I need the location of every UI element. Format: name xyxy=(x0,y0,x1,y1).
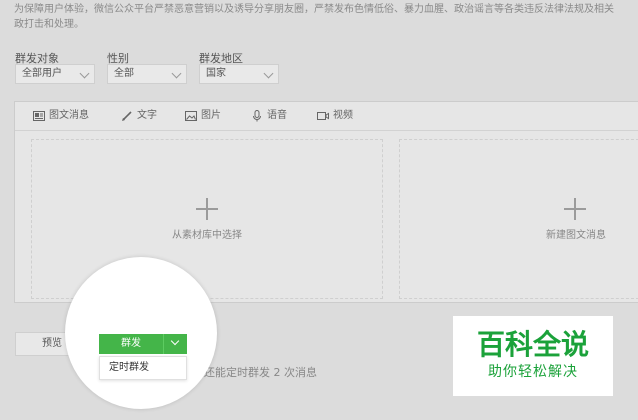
send-button-group: 群发 xyxy=(99,334,187,354)
plus-icon xyxy=(564,198,586,220)
tab-image-label: 图片 xyxy=(201,110,221,121)
tab-text[interactable]: 文字 xyxy=(121,109,157,123)
region-select[interactable]: 国家 xyxy=(199,64,279,84)
schedule-send-option[interactable]: 定时群发 xyxy=(100,357,186,379)
chevron-down-icon xyxy=(171,68,182,79)
gender-select-value: 全部 xyxy=(114,68,134,79)
watermark-title: 百科全说 xyxy=(476,328,589,361)
target-select-value: 全部用户 xyxy=(22,68,62,79)
microphone-icon xyxy=(251,110,263,122)
select-from-library-card[interactable]: 从素材库中选择 xyxy=(31,139,383,299)
new-article-card[interactable]: 新建图文消息 xyxy=(399,139,638,299)
message-type-tabs: 图文消息 文字 图片 语音 视频 xyxy=(15,102,638,131)
send-button[interactable]: 群发 xyxy=(99,334,163,354)
tab-voice[interactable]: 语音 xyxy=(251,109,287,123)
region-select-value: 国家 xyxy=(206,68,226,79)
watermark-subtitle: 助你轻松解决 xyxy=(488,364,578,380)
chevron-down-icon xyxy=(79,68,90,79)
chevron-down-icon xyxy=(263,68,274,79)
send-dropdown-toggle[interactable] xyxy=(163,334,187,354)
target-select[interactable]: 全部用户 xyxy=(15,64,95,84)
tab-image[interactable]: 图片 xyxy=(185,109,221,123)
schedule-quota-text: 还能定时群发 2 次消息 xyxy=(204,366,317,379)
video-icon xyxy=(317,110,329,122)
notice-text: 为保障用户体验，微信公众平台严禁恶意营销以及诱导分享朋友圈，严禁发布色情低俗、暴… xyxy=(14,4,614,30)
pen-icon xyxy=(121,110,133,122)
tab-voice-label: 语音 xyxy=(267,110,287,121)
tab-news-label: 图文消息 xyxy=(49,110,89,121)
gender-select[interactable]: 全部 xyxy=(107,64,187,84)
new-article-label: 新建图文消息 xyxy=(546,230,606,241)
send-dropdown-menu: 定时群发 xyxy=(99,356,187,380)
tab-video-label: 视频 xyxy=(333,110,353,121)
tab-news[interactable]: 图文消息 xyxy=(33,109,89,123)
news-icon xyxy=(33,110,45,122)
tab-video[interactable]: 视频 xyxy=(317,109,353,123)
chevron-down-icon xyxy=(170,336,180,346)
highlight-circle xyxy=(65,257,217,409)
select-from-library-label: 从素材库中选择 xyxy=(172,230,242,241)
watermark-logo: 百科全说 助你轻松解决 xyxy=(453,316,613,396)
image-icon xyxy=(185,110,197,122)
tab-text-label: 文字 xyxy=(137,110,157,121)
plus-icon xyxy=(196,198,218,220)
